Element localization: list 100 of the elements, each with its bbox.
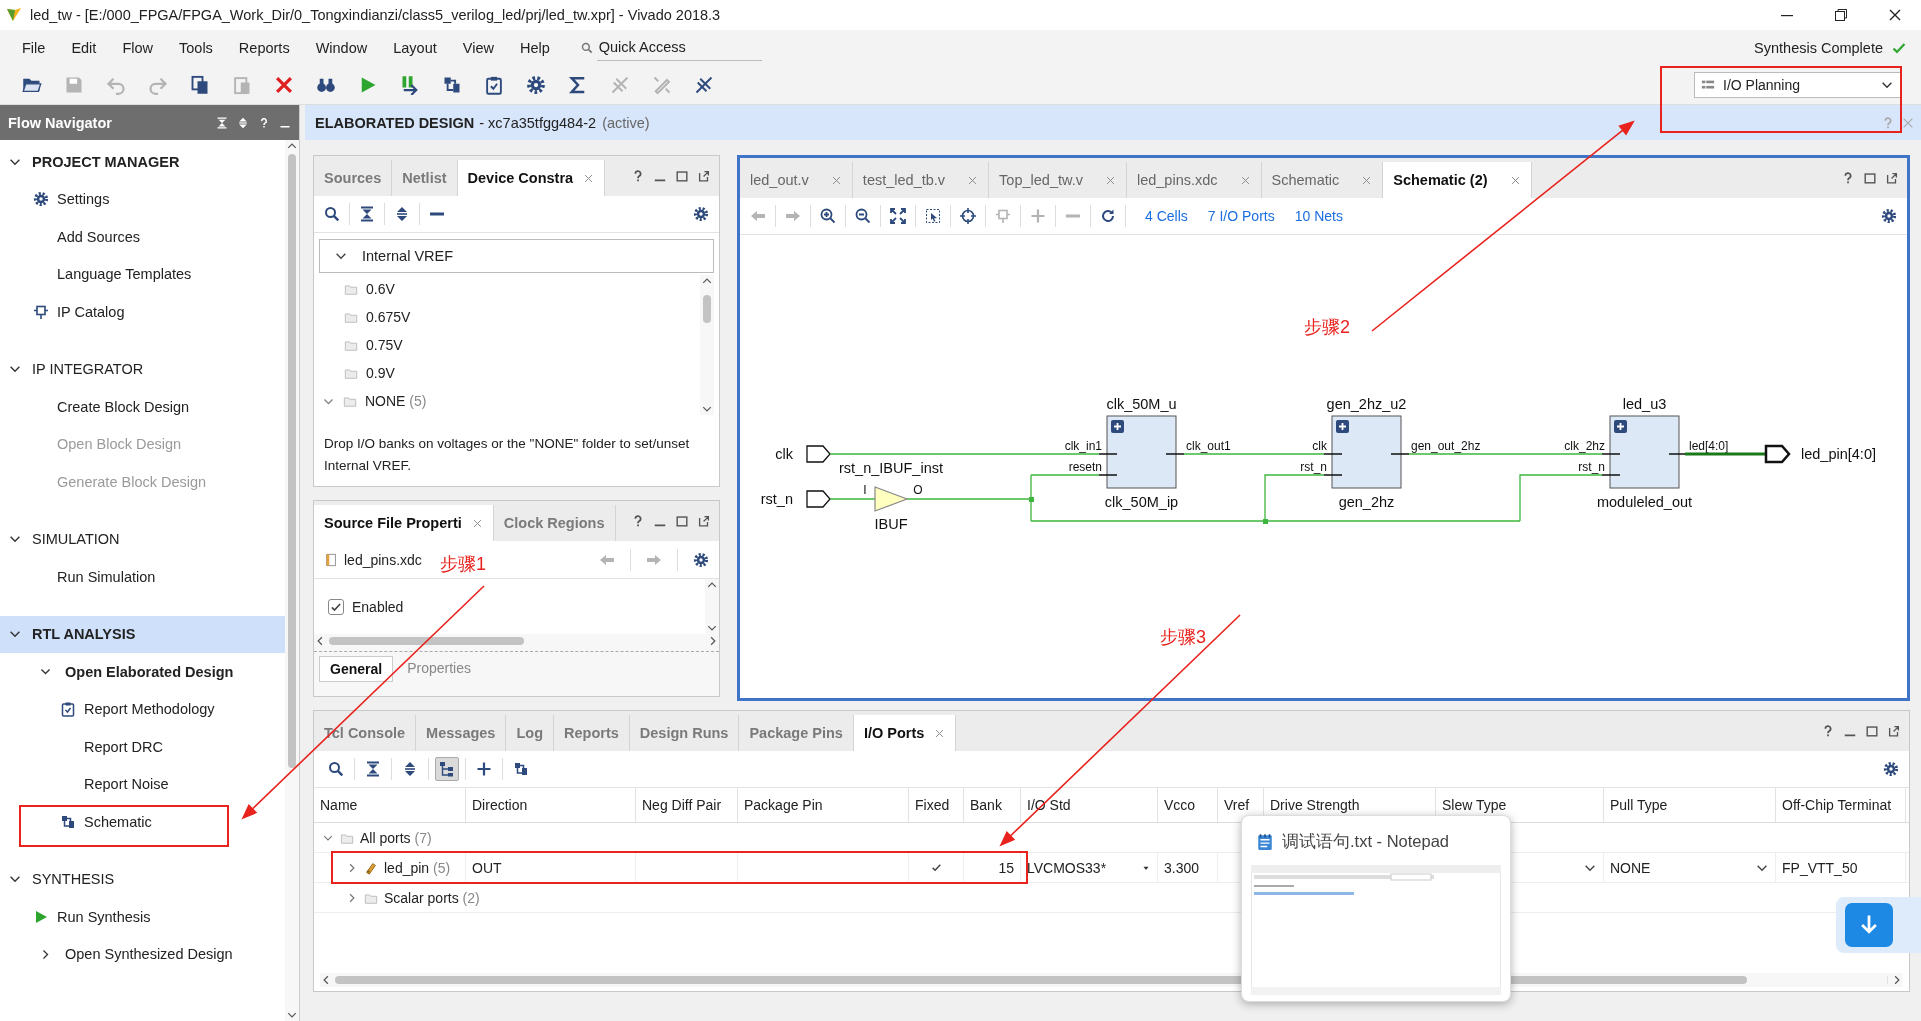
settings-icon[interactable] bbox=[526, 74, 546, 95]
menu-item[interactable]: Layout bbox=[380, 39, 450, 56]
maximize-icon[interactable] bbox=[1863, 171, 1877, 185]
nav-item[interactable]: Run Synthesis bbox=[0, 898, 285, 936]
tree-item[interactable]: 0.9V bbox=[314, 359, 700, 387]
settings-icon[interactable] bbox=[1883, 761, 1899, 777]
tree-item[interactable]: Internal VREF bbox=[319, 239, 714, 273]
tab[interactable]: Design Runs bbox=[629, 715, 740, 751]
nav-item[interactable]: Run Simulation bbox=[0, 558, 285, 596]
column-header[interactable]: Pull Type bbox=[1604, 788, 1776, 822]
tab[interactable]: led_pins.xdc bbox=[1126, 162, 1262, 198]
scrollbar[interactable] bbox=[700, 275, 714, 415]
menu-item[interactable]: Help bbox=[506, 39, 563, 56]
section-header[interactable]: SYNTHESIS bbox=[0, 860, 285, 898]
nav-item[interactable]: IP Catalog bbox=[0, 293, 285, 331]
tree-item[interactable]: NONE (5) bbox=[314, 387, 700, 415]
tab[interactable]: Log bbox=[506, 715, 554, 751]
nav-item[interactable]: Open Synthesized Design bbox=[0, 935, 285, 973]
float-icon[interactable] bbox=[1885, 171, 1899, 185]
search-field[interactable]: Quick Access bbox=[596, 34, 762, 61]
tab[interactable]: Schematic (2) bbox=[1383, 162, 1532, 198]
tree-item[interactable]: 0.675V bbox=[314, 303, 700, 331]
column-header[interactable]: Package Pin bbox=[738, 788, 909, 822]
section-header[interactable]: PROJECT MANAGER bbox=[0, 143, 285, 181]
menu-item[interactable]: Flow bbox=[109, 39, 166, 56]
menu-item[interactable]: Window bbox=[302, 39, 381, 56]
nav-item[interactable]: Report Noise bbox=[0, 765, 285, 803]
tab[interactable]: General bbox=[319, 656, 394, 682]
nav-item[interactable]: Report DRC bbox=[0, 728, 285, 766]
tab[interactable]: test_led_tb.v bbox=[852, 162, 990, 198]
column-header[interactable]: Neg Diff Pair bbox=[636, 788, 738, 822]
nav-item[interactable]: Language Templates bbox=[0, 255, 285, 293]
search-icon[interactable] bbox=[324, 206, 340, 222]
crosshair-icon[interactable] bbox=[960, 208, 976, 224]
help-icon[interactable] bbox=[258, 116, 270, 129]
count-link[interactable]: 10 Nets bbox=[1294, 208, 1343, 224]
expand-icon[interactable] bbox=[237, 116, 249, 129]
tab[interactable]: Messages bbox=[416, 715, 507, 751]
column-header[interactable]: Bank bbox=[964, 788, 1021, 822]
column-header[interactable]: Off-Chip Terminat bbox=[1776, 788, 1906, 822]
fit-icon[interactable] bbox=[890, 208, 906, 224]
column-header[interactable]: Name bbox=[314, 788, 466, 822]
menu-item[interactable]: File bbox=[9, 39, 59, 56]
maximize-icon[interactable] bbox=[1865, 724, 1879, 738]
menu-item[interactable]: Edit bbox=[58, 39, 110, 56]
tree-item[interactable]: 0.6V bbox=[314, 275, 700, 303]
scrollbar-thumb[interactable] bbox=[703, 294, 711, 323]
copy-icon[interactable] bbox=[190, 74, 210, 95]
settings-icon[interactable] bbox=[693, 551, 709, 568]
tab[interactable]: led_out.v bbox=[740, 162, 853, 198]
expand-icon[interactable] bbox=[1614, 420, 1627, 433]
tab[interactable]: Netlist bbox=[392, 160, 458, 196]
hierarchy-toggle[interactable] bbox=[435, 757, 459, 781]
nav-item[interactable]: Settings bbox=[0, 180, 285, 218]
section-header[interactable]: RTL ANALYSIS bbox=[0, 615, 285, 653]
tab[interactable]: Device Constra bbox=[457, 160, 606, 196]
tab[interactable]: Sources bbox=[314, 160, 393, 196]
nav-item[interactable]: Create Block Design bbox=[0, 388, 285, 426]
scrollbar-thumb[interactable] bbox=[288, 154, 296, 769]
count-link[interactable]: 4 Cells bbox=[1145, 208, 1188, 224]
column-header[interactable]: Vcco bbox=[1158, 788, 1218, 822]
layout-dropdown[interactable]: I/O Planning bbox=[1694, 71, 1901, 98]
float-icon[interactable] bbox=[697, 514, 711, 528]
scrollbar[interactable] bbox=[285, 140, 299, 1021]
count-link[interactable]: 7 I/O Ports bbox=[1207, 208, 1275, 224]
checkbox[interactable] bbox=[328, 598, 344, 615]
nav-item[interactable]: Open Elaborated Design bbox=[0, 653, 285, 691]
menu-item[interactable]: Reports bbox=[225, 39, 303, 56]
nav-item[interactable]: Schematic bbox=[0, 803, 285, 841]
maximize-icon[interactable] bbox=[675, 169, 689, 183]
close-icon[interactable] bbox=[1887, 7, 1903, 23]
settings-icon[interactable] bbox=[693, 206, 709, 222]
refresh-icon[interactable] bbox=[1100, 208, 1116, 224]
nav-item[interactable]: Add Sources bbox=[0, 218, 285, 256]
scrollbar-thumb[interactable] bbox=[329, 637, 524, 645]
tab[interactable]: Reports bbox=[554, 715, 630, 751]
nav-item[interactable]: Report Methodology bbox=[0, 690, 285, 728]
expand-icon[interactable] bbox=[1336, 420, 1349, 433]
tab[interactable]: I/O Ports bbox=[853, 715, 957, 751]
menu-item[interactable]: Tools bbox=[166, 39, 226, 56]
clipboard-icon[interactable] bbox=[484, 74, 504, 95]
expand-icon[interactable] bbox=[394, 206, 410, 222]
tab[interactable]: Source File Properti bbox=[314, 505, 494, 541]
section-header[interactable]: SIMULATION bbox=[0, 520, 285, 558]
tab[interactable]: Top_led_tw.v bbox=[989, 162, 1127, 198]
section-header[interactable]: IP INTEGRATOR bbox=[0, 350, 285, 388]
expand-icon[interactable] bbox=[1111, 420, 1124, 433]
settings-icon[interactable] bbox=[1881, 208, 1897, 224]
collapse-icon[interactable] bbox=[359, 206, 375, 222]
delete-icon[interactable] bbox=[274, 74, 294, 95]
zoom-in-icon[interactable] bbox=[820, 208, 836, 224]
scrollbar[interactable] bbox=[705, 579, 719, 634]
download-button[interactable] bbox=[1845, 903, 1893, 947]
tree-item[interactable]: 0.75V bbox=[314, 331, 700, 359]
select-icon[interactable] bbox=[925, 208, 941, 224]
float-icon[interactable] bbox=[1887, 724, 1901, 738]
tab[interactable]: Package Pins bbox=[739, 715, 854, 751]
zoom-out-icon[interactable] bbox=[855, 208, 871, 224]
restore-icon[interactable] bbox=[1833, 7, 1849, 23]
scrollbar[interactable] bbox=[314, 634, 719, 648]
